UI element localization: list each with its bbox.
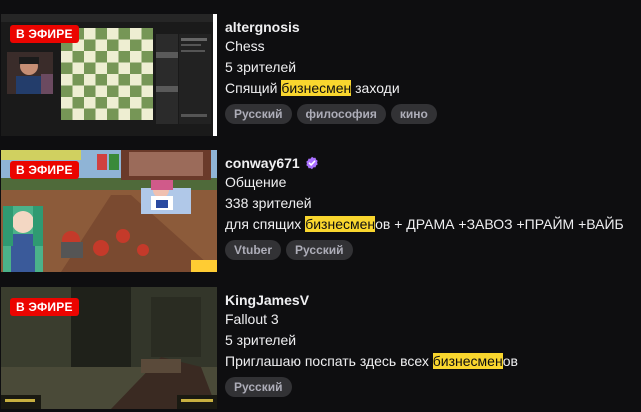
title-text: ов <box>502 353 518 369</box>
title-text: для спящих <box>225 216 306 232</box>
search-match-highlight: бизнесмен <box>305 216 376 232</box>
title-text: заходи <box>351 80 400 96</box>
live-badge: В ЭФИРЕ <box>10 298 79 316</box>
tag-button[interactable]: Русский <box>225 104 292 124</box>
stream-title: Спящий бизнесмен заходи <box>225 78 641 99</box>
stream-thumbnail[interactable]: В ЭФИРЕ <box>1 287 217 409</box>
stream-title: для спящих бизнесменов + ДРАМА +ЗАВОЗ +П… <box>225 214 641 235</box>
viewer-count: 5 зрителей <box>225 59 297 75</box>
category-link[interactable]: Общение <box>225 172 641 193</box>
title-text: Спящий <box>225 80 282 96</box>
live-badge: В ЭФИРЕ <box>10 161 79 179</box>
tag-list: Русский <box>225 377 641 397</box>
channel-name-link[interactable]: conway671 <box>225 155 300 171</box>
tag-button[interactable]: Русский <box>286 240 353 260</box>
search-match-highlight: бизнесмен <box>432 353 503 369</box>
stream-result-card: В ЭФИРЕ altergnosis Chess 5 зрителей Спя… <box>0 14 641 136</box>
stream-thumbnail[interactable]: В ЭФИРЕ <box>1 14 217 136</box>
viewer-count: 338 зрителей <box>225 195 312 211</box>
tag-list: Vtuber Русский <box>225 240 641 260</box>
stream-info: altergnosis Chess 5 зрителей Спящий бизн… <box>225 14 641 136</box>
tag-button[interactable]: кино <box>390 104 437 124</box>
channel-name-link[interactable]: KingJamesV <box>225 292 309 308</box>
title-text: ов + ДРАМА +ЗАВОЗ +ПРАЙМ +ВАЙБ <box>375 216 624 232</box>
tag-button[interactable]: Русский <box>225 377 292 397</box>
category-link[interactable]: Chess <box>225 36 641 57</box>
category-link[interactable]: Fallout 3 <box>225 309 641 330</box>
tag-button[interactable]: философия <box>296 104 386 124</box>
viewer-count: 5 зрителей <box>225 332 297 348</box>
tag-button[interactable]: Vtuber <box>225 240 282 260</box>
channel-name-link[interactable]: altergnosis <box>225 19 300 35</box>
title-text: Приглашаю поспать здесь всех <box>225 353 433 369</box>
search-results-list: В ЭФИРЕ altergnosis Chess 5 зрителей Спя… <box>0 0 641 412</box>
live-badge: В ЭФИРЕ <box>10 25 79 43</box>
stream-thumbnail[interactable]: В ЭФИРЕ <box>1 150 217 272</box>
stream-info: conway671 Общение 338 зрителей для спящи… <box>225 150 641 272</box>
stream-info: KingJamesV Fallout 3 5 зрителей Приглаша… <box>225 287 641 409</box>
search-match-highlight: бизнесмен <box>281 80 352 96</box>
stream-result-card: В ЭФИРЕ KingJamesV Fallout 3 5 зрителей … <box>0 287 641 409</box>
verified-check-icon <box>306 156 318 169</box>
stream-result-card: В ЭФИРЕ conway671 Общение 338 зрителей д… <box>0 150 641 272</box>
stream-title: Приглашаю поспать здесь всех бизнесменов <box>225 351 641 372</box>
tag-list: Русский философия кино <box>225 104 641 124</box>
